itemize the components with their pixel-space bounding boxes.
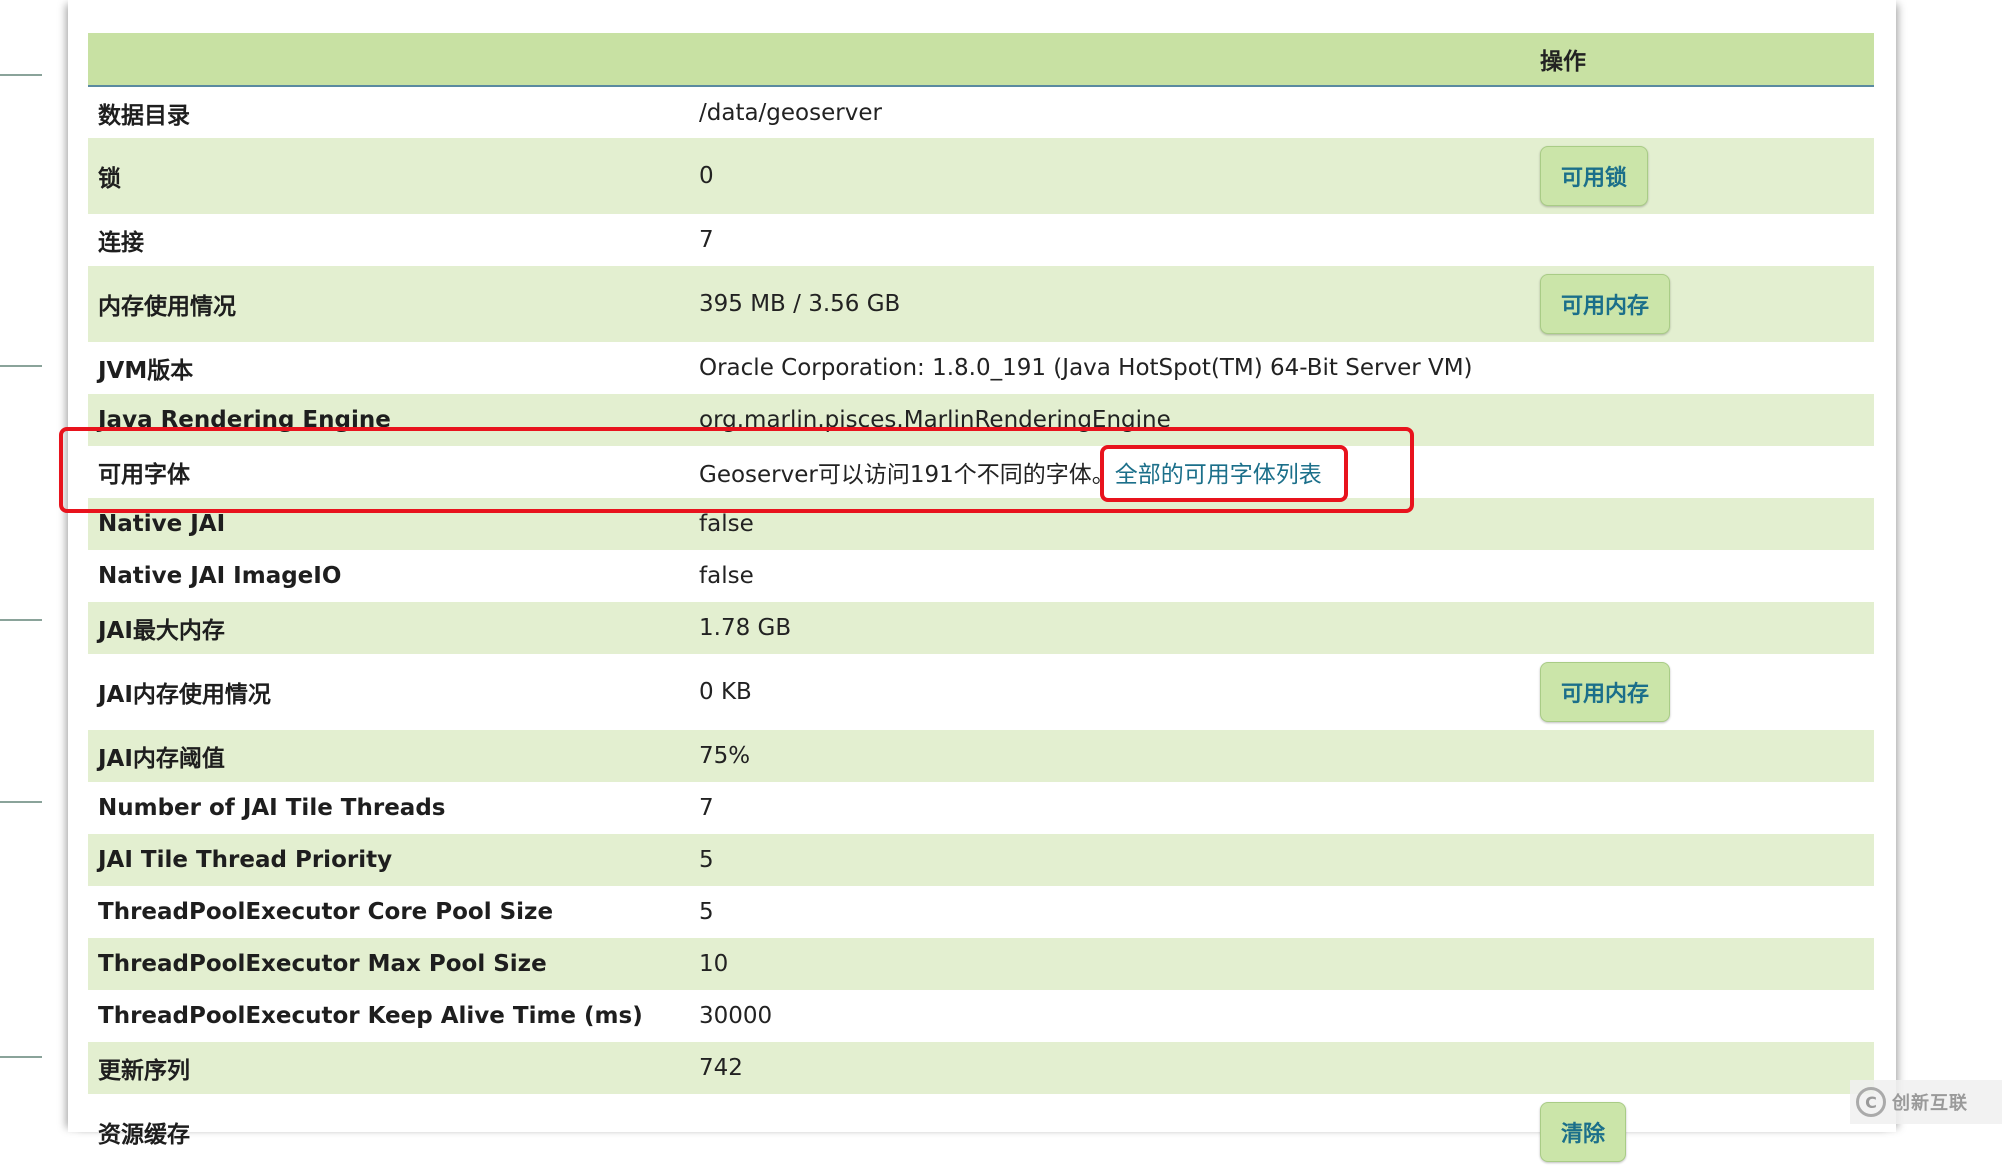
row-action-cell: 可用内存 [1530, 266, 1874, 342]
row-label: JAI Tile Thread Priority [98, 847, 393, 873]
row-action-cell [1530, 342, 1874, 394]
watermark-text: 创新互联 [1892, 1093, 1968, 1114]
row-value: 7 [699, 227, 714, 253]
row-core-pool-size: ThreadPoolExecutor Core Pool Size 5 [88, 886, 1874, 938]
header-col-value [689, 33, 1530, 87]
row-jai-memory-threshold: JAI内存阈值 75% [88, 730, 1874, 782]
row-label: ThreadPoolExecutor Core Pool Size [98, 899, 554, 925]
left-margin-ticks [0, 0, 44, 1132]
watermark-logo-icon: C [1856, 1087, 1886, 1117]
row-action-cell: 可用锁 [1530, 138, 1874, 214]
server-status-table: 操作 数据目录 /data/geoserver 锁 0 可用锁 连接 7 内存使… [88, 33, 1874, 1170]
header-col-label [88, 33, 689, 87]
row-action-cell [1530, 498, 1874, 550]
watermark: C 创新互联 [1850, 1080, 2002, 1124]
row-label: JAI最大内存 [98, 618, 225, 644]
row-jai-memory-usage: JAI内存使用情况 0 KB 可用内存 [88, 654, 1874, 730]
row-label: ThreadPoolExecutor Keep Alive Time (ms) [98, 1003, 643, 1029]
clear-cache-button[interactable]: 清除 [1540, 1102, 1627, 1162]
free-memory-button[interactable]: 可用内存 [1540, 274, 1671, 334]
row-action-cell [1530, 834, 1874, 886]
row-value: Oracle Corporation: 1.8.0_191 (Java HotS… [699, 355, 1473, 381]
row-value: 5 [699, 847, 714, 873]
header-col-action: 操作 [1530, 33, 1874, 87]
row-max-pool-size: ThreadPoolExecutor Max Pool Size 10 [88, 938, 1874, 990]
row-update-sequence: 更新序列 742 [88, 1042, 1874, 1094]
row-label: 内存使用情况 [98, 294, 236, 320]
row-action-cell [1530, 602, 1874, 654]
row-action-cell: 清除 [1530, 1094, 1874, 1170]
row-label: JAI内存使用情况 [98, 682, 271, 708]
row-jai-max-memory: JAI最大内存 1.78 GB [88, 602, 1874, 654]
row-action-cell [1530, 1042, 1874, 1094]
row-label: 数据目录 [98, 102, 190, 129]
row-action-cell [1530, 782, 1874, 834]
row-value: 75% [699, 743, 751, 769]
row-action-cell: 可用内存 [1530, 654, 1874, 730]
row-action-cell [1530, 730, 1874, 782]
row-locks: 锁 0 可用锁 [88, 138, 1874, 214]
row-jai-tile-priority: JAI Tile Thread Priority 5 [88, 834, 1874, 886]
row-resource-cache: 资源缓存 清除 [88, 1094, 1874, 1170]
row-value: /data/geoserver [699, 99, 882, 126]
row-label: 资源缓存 [98, 1122, 190, 1148]
row-label: 锁 [98, 166, 121, 192]
row-action-cell [1530, 550, 1874, 602]
table-header-row: 操作 [88, 33, 1874, 87]
row-connections: 连接 7 [88, 214, 1874, 266]
row-value: 7 [699, 795, 714, 821]
row-value: 30000 [699, 1003, 773, 1029]
row-label: 连接 [98, 230, 144, 256]
free-locks-button[interactable]: 可用锁 [1540, 146, 1649, 206]
row-action-cell [1530, 86, 1874, 138]
row-jai-tile-threads: Number of JAI Tile Threads 7 [88, 782, 1874, 834]
row-action-cell [1530, 938, 1874, 990]
row-label: JVM版本 [98, 358, 194, 384]
row-data-directory: 数据目录 /data/geoserver [88, 86, 1874, 138]
row-native-jai-imageio: Native JAI ImageIO false [88, 550, 1874, 602]
row-action-cell [1530, 446, 1874, 498]
row-label: 更新序列 [98, 1058, 190, 1084]
row-action-cell [1530, 394, 1874, 446]
row-value: 0 [699, 163, 714, 189]
row-value: false [699, 563, 754, 589]
tick-mark [0, 801, 42, 803]
row-value: 742 [699, 1055, 743, 1081]
row-label: Number of JAI Tile Threads [98, 795, 446, 821]
row-value: 5 [699, 899, 714, 925]
free-jai-memory-button[interactable]: 可用内存 [1540, 662, 1671, 722]
row-label: JAI内存阈值 [98, 746, 225, 772]
row-value [689, 1094, 1530, 1170]
highlight-box-fonts-link [1100, 445, 1348, 502]
row-action-cell [1530, 886, 1874, 938]
tick-mark [0, 74, 42, 76]
row-memory-usage: 内存使用情况 395 MB / 3.56 GB 可用内存 [88, 266, 1874, 342]
row-action-cell [1530, 990, 1874, 1042]
row-action-cell [1530, 214, 1874, 266]
tick-mark [0, 365, 42, 367]
row-value: 0 KB [699, 679, 752, 705]
tick-mark [0, 619, 42, 621]
row-jvm-version: JVM版本 Oracle Corporation: 1.8.0_191 (Jav… [88, 342, 1874, 394]
row-value: 1.78 GB [699, 615, 792, 641]
row-value: 10 [699, 951, 729, 977]
row-label: ThreadPoolExecutor Max Pool Size [98, 951, 547, 977]
row-keep-alive-time: ThreadPoolExecutor Keep Alive Time (ms) … [88, 990, 1874, 1042]
row-label: Native JAI ImageIO [98, 563, 342, 589]
row-value: 395 MB / 3.56 GB [699, 291, 901, 317]
tick-mark [0, 1056, 42, 1058]
